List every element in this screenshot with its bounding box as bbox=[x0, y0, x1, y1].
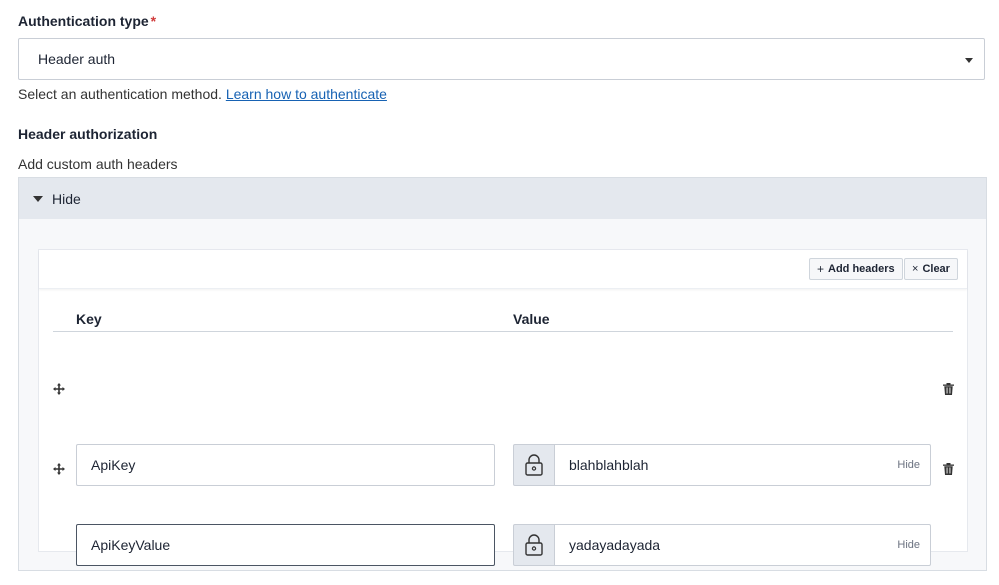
header-key-value: ApiKeyValue bbox=[91, 537, 171, 553]
panel-toggle[interactable]: Hide bbox=[19, 178, 986, 219]
header-auth-subtitle: Add custom auth headers bbox=[18, 156, 178, 172]
auth-type-select[interactable]: Header auth bbox=[18, 38, 985, 80]
trash-icon[interactable] bbox=[943, 463, 954, 475]
add-headers-button[interactable]: + Add headers bbox=[809, 258, 903, 280]
header-value-input[interactable]: yadayadayada Hide bbox=[554, 524, 931, 566]
lock-icon bbox=[525, 454, 543, 476]
column-header-key: Key bbox=[76, 311, 102, 327]
header-divider bbox=[53, 331, 953, 332]
lock-icon-box[interactable] bbox=[513, 524, 555, 566]
header-value-input[interactable]: blahblahblah Hide bbox=[554, 444, 931, 486]
header-key-input[interactable]: ApiKey bbox=[76, 444, 495, 486]
required-mark: * bbox=[150, 13, 157, 29]
header-key-input[interactable]: ApiKeyValue bbox=[76, 524, 495, 566]
lock-icon bbox=[525, 534, 543, 556]
lock-icon-box[interactable] bbox=[513, 444, 555, 486]
add-headers-label: Add headers bbox=[828, 263, 895, 275]
auth-type-label-text: Authentication type bbox=[18, 13, 149, 29]
auth-helper-text: Select an authentication method. bbox=[18, 86, 222, 102]
headers-toolbar: + Add headers × Clear bbox=[39, 250, 967, 289]
triangle-down-icon bbox=[33, 196, 43, 202]
headers-panel: Hide + Add headers × Clear Key Value Api… bbox=[18, 177, 987, 571]
auth-type-label: Authentication type * bbox=[18, 13, 156, 29]
auth-helper: Select an authentication method. Learn h… bbox=[18, 86, 387, 102]
toggle-visibility-button[interactable]: Hide bbox=[897, 539, 920, 551]
drag-handle-icon[interactable] bbox=[53, 383, 65, 395]
header-key-value: ApiKey bbox=[91, 457, 136, 473]
drag-handle-icon[interactable] bbox=[53, 463, 65, 475]
headers-card: + Add headers × Clear Key Value ApiKey b… bbox=[38, 249, 968, 566]
trash-icon[interactable] bbox=[943, 383, 954, 395]
toggle-visibility-button[interactable]: Hide bbox=[897, 459, 920, 471]
clear-label: Clear bbox=[922, 263, 950, 275]
caret-down-icon bbox=[965, 58, 973, 63]
close-icon: × bbox=[912, 263, 919, 275]
auth-type-selected-value: Header auth bbox=[38, 51, 116, 67]
header-auth-title: Header authorization bbox=[18, 126, 158, 142]
clear-button[interactable]: × Clear bbox=[904, 258, 958, 280]
column-header-value: Value bbox=[513, 311, 550, 327]
header-value-text: yadayadayada bbox=[569, 537, 661, 553]
plus-icon: + bbox=[817, 262, 825, 276]
header-value-text: blahblahblah bbox=[569, 457, 649, 473]
panel-toggle-label: Hide bbox=[52, 191, 81, 207]
learn-how-link[interactable]: Learn how to authenticate bbox=[226, 86, 387, 102]
